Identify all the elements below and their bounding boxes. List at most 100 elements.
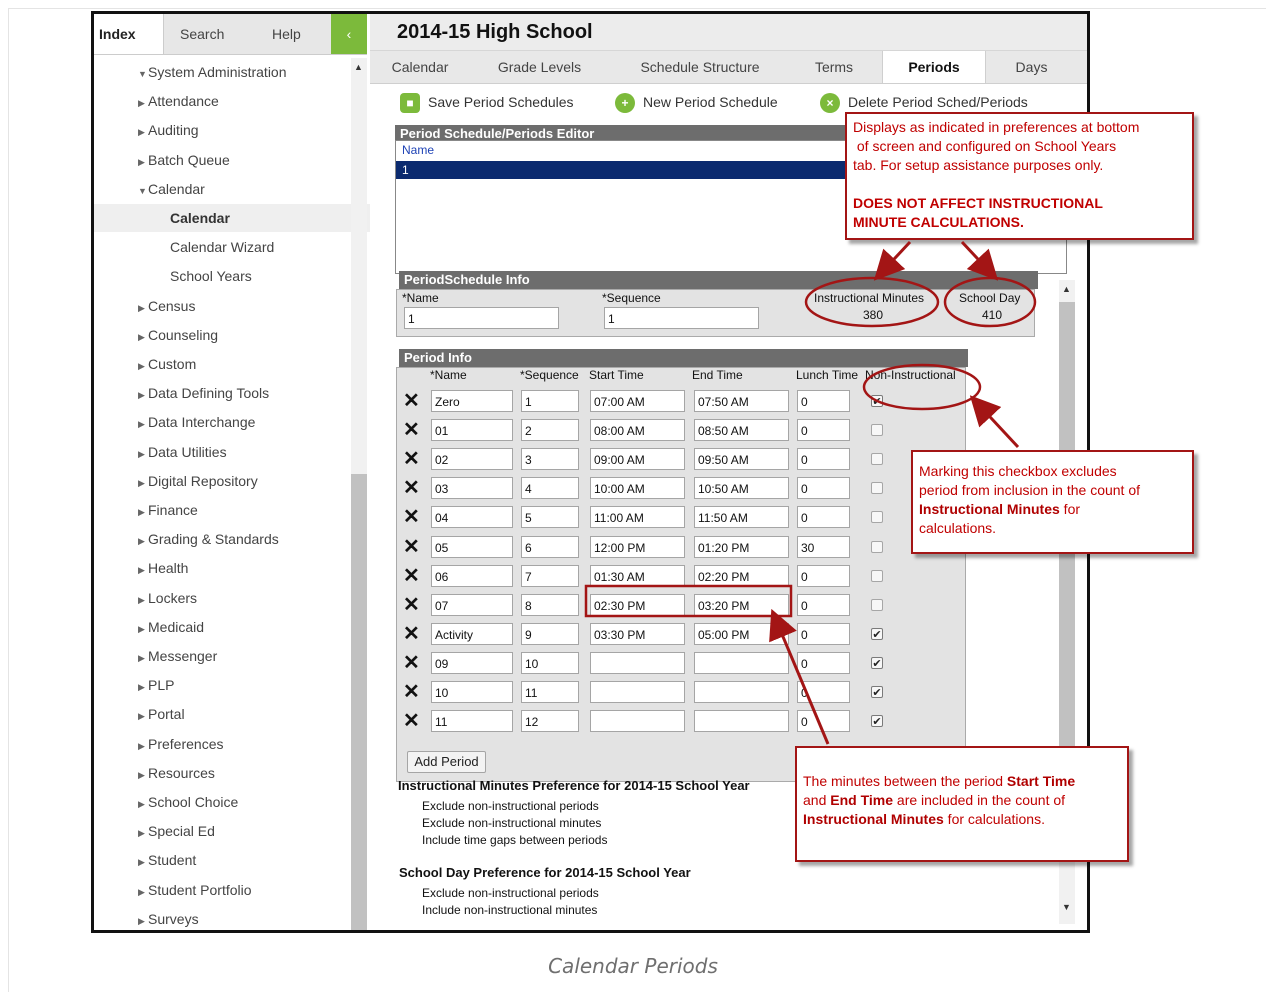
- sidebar-item[interactable]: ▶ Messenger: [94, 642, 217, 670]
- end-time-field[interactable]: 08:50 AM: [694, 419, 789, 442]
- non-instructional-checkbox[interactable]: [871, 569, 883, 582]
- lunch-time-field[interactable]: 0: [797, 622, 850, 645]
- sidebar-item[interactable]: ▶ Preferences: [94, 730, 223, 758]
- period-sequence-field[interactable]: 11: [521, 681, 579, 703]
- end-time-field[interactable]: [694, 651, 789, 674]
- non-instructional-checkbox[interactable]: [871, 482, 883, 495]
- tab-grade-levels[interactable]: Grade Levels: [477, 51, 602, 83]
- sidebar-item[interactable]: ▶ Grading & Standards: [94, 525, 279, 553]
- non-instructional-checkbox[interactable]: ✔: [871, 656, 883, 670]
- sidebar-item[interactable]: ▶ Data Interchange: [94, 408, 255, 436]
- period-name-field[interactable]: 02: [431, 448, 513, 471]
- tab-periods[interactable]: Periods: [882, 51, 986, 83]
- sidebar-item[interactable]: Calendar Wizard: [94, 233, 274, 261]
- delete-period-icon[interactable]: ✕: [403, 566, 420, 586]
- sidebar-item[interactable]: ▶ Census: [94, 292, 195, 320]
- end-time-field[interactable]: 03:20 PM: [694, 593, 789, 616]
- end-time-field[interactable]: 02:20 PM: [694, 564, 789, 587]
- period-sequence-field[interactable]: 5: [521, 506, 579, 529]
- sidebar-item[interactable]: ▶ Surveys: [94, 905, 199, 930]
- lunch-time-field[interactable]: 0: [797, 651, 850, 674]
- sidebar-item[interactable]: ▶ Special Ed: [94, 817, 215, 845]
- delete-period-icon[interactable]: ✕: [403, 391, 420, 411]
- period-name-field[interactable]: Zero: [431, 390, 513, 412]
- nav-tab-index[interactable]: Index: [94, 14, 164, 54]
- delete-period-icon[interactable]: ✕: [403, 420, 420, 440]
- end-time-field[interactable]: 10:50 AM: [694, 477, 789, 500]
- scroll-up-icon[interactable]: ▲: [1062, 284, 1071, 294]
- end-time-field[interactable]: [694, 681, 789, 703]
- sidebar-item[interactable]: ▶ Attendance: [94, 87, 219, 115]
- tab-calendar[interactable]: Calendar: [370, 51, 470, 83]
- start-time-field[interactable]: 09:00 AM: [590, 448, 685, 471]
- start-time-field[interactable]: [590, 651, 685, 674]
- sidebar-item[interactable]: ▶ Custom: [94, 350, 196, 378]
- collapse-nav-button[interactable]: ‹: [331, 14, 367, 54]
- lunch-time-field[interactable]: 0: [797, 564, 850, 587]
- delete-period-icon[interactable]: ✕: [403, 682, 420, 702]
- start-time-field[interactable]: 03:30 PM: [590, 622, 685, 645]
- start-time-field[interactable]: 07:00 AM: [590, 390, 685, 412]
- delete-period-icon[interactable]: ✕: [403, 624, 420, 644]
- period-sequence-field[interactable]: 1: [521, 390, 579, 412]
- sidebar-item[interactable]: ▶ PLP: [94, 671, 174, 699]
- period-name-field[interactable]: 11: [431, 710, 513, 733]
- lunch-time-field[interactable]: 0: [797, 419, 850, 442]
- editor-selected-row[interactable]: 1: [396, 161, 848, 179]
- sidebar-item[interactable]: ▼System Administration: [94, 58, 287, 86]
- schedule-name-field[interactable]: 1: [404, 307, 559, 329]
- period-sequence-field[interactable]: 8: [521, 593, 579, 616]
- sidebar-item[interactable]: ▶ Health: [94, 554, 188, 582]
- period-name-field[interactable]: 10: [431, 681, 513, 703]
- sidebar-item[interactable]: ▶ Data Defining Tools: [94, 379, 269, 407]
- non-instructional-checkbox[interactable]: ✔: [871, 627, 883, 641]
- lunch-time-field[interactable]: 0: [797, 593, 850, 616]
- delete-period-button[interactable]: × Delete Period Sched/Periods: [820, 92, 1028, 114]
- lunch-time-field[interactable]: 0: [797, 390, 850, 412]
- start-time-field[interactable]: 02:30 PM: [590, 593, 685, 616]
- start-time-field[interactable]: [590, 681, 685, 703]
- period-name-field[interactable]: 09: [431, 651, 513, 674]
- tab-days[interactable]: Days: [984, 51, 1079, 83]
- scroll-up-icon[interactable]: ▲: [354, 62, 363, 72]
- period-name-field[interactable]: 04: [431, 506, 513, 529]
- save-period-schedules-button[interactable]: ■ Save Period Schedules: [400, 92, 574, 114]
- delete-period-icon[interactable]: ✕: [403, 537, 420, 557]
- nav-tab-search[interactable]: Search: [180, 14, 224, 54]
- period-sequence-field[interactable]: 4: [521, 477, 579, 500]
- sidebar-item[interactable]: ▶ Portal: [94, 700, 185, 728]
- tab-schedule-structure[interactable]: Schedule Structure: [610, 51, 790, 83]
- sidebar-item[interactable]: ▶ Data Utilities: [94, 438, 227, 466]
- nav-tab-help[interactable]: Help: [272, 14, 301, 54]
- schedule-sequence-field[interactable]: 1: [604, 307, 759, 329]
- period-name-field[interactable]: Activity: [431, 622, 513, 645]
- sidebar-item[interactable]: ▶ Auditing: [94, 116, 199, 144]
- lunch-time-field[interactable]: 0: [797, 710, 850, 733]
- end-time-field[interactable]: 11:50 AM: [694, 506, 789, 529]
- lunch-time-field[interactable]: 0: [797, 448, 850, 471]
- period-sequence-field[interactable]: 3: [521, 448, 579, 471]
- lunch-time-field[interactable]: 0: [797, 506, 850, 529]
- period-sequence-field[interactable]: 9: [521, 622, 579, 645]
- lunch-time-field[interactable]: 0: [797, 477, 850, 500]
- sidebar-item[interactable]: ▶ Resources: [94, 759, 215, 787]
- sidebar-item[interactable]: ▼Calendar: [94, 175, 205, 203]
- end-time-field[interactable]: 01:20 PM: [694, 535, 789, 558]
- start-time-field[interactable]: 10:00 AM: [590, 477, 685, 500]
- period-name-field[interactable]: 07: [431, 593, 513, 616]
- delete-period-icon[interactable]: ✕: [403, 507, 420, 527]
- scroll-down-icon[interactable]: ▼: [1062, 902, 1071, 912]
- delete-period-icon[interactable]: ✕: [403, 595, 420, 615]
- end-time-field[interactable]: [694, 710, 789, 733]
- period-sequence-field[interactable]: 6: [521, 535, 579, 558]
- end-time-field[interactable]: 05:00 PM: [694, 622, 789, 645]
- sidebar-item[interactable]: ▶ Medicaid: [94, 613, 204, 641]
- period-name-field[interactable]: 01: [431, 419, 513, 442]
- sidebar-item[interactable]: ▶ Lockers: [94, 584, 197, 612]
- start-time-field[interactable]: 01:30 AM: [590, 564, 685, 587]
- non-instructional-checkbox[interactable]: ✔: [871, 686, 883, 699]
- add-period-button[interactable]: Add Period: [407, 751, 486, 773]
- sidebar-item[interactable]: School Years: [94, 262, 252, 290]
- non-instructional-checkbox[interactable]: ✔: [871, 715, 883, 728]
- non-instructional-checkbox[interactable]: [871, 540, 883, 553]
